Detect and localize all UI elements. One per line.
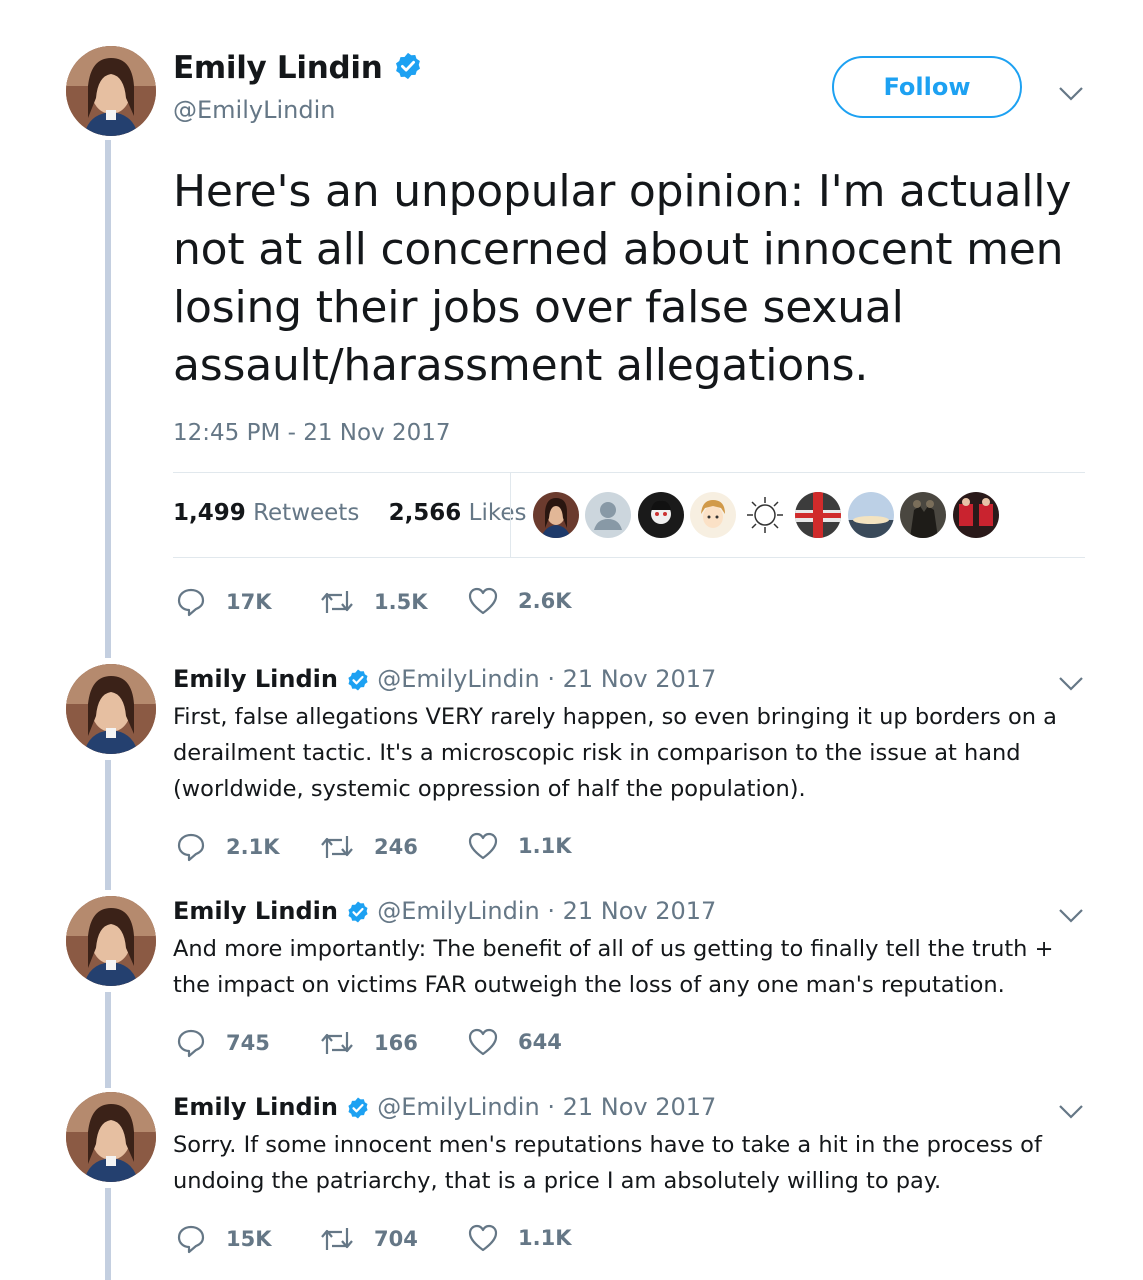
divider: [173, 472, 1085, 473]
retweet-button[interactable]: 1.5K: [320, 587, 427, 617]
reply-icon: [177, 1225, 205, 1254]
liker-avatar[interactable]: [848, 492, 894, 538]
retweet-button[interactable]: 704: [320, 1224, 418, 1254]
like-button[interactable]: 644: [468, 1028, 562, 1056]
retweets-stat[interactable]: 1,499 Retweets: [173, 500, 359, 526]
reply-count: 745: [226, 1031, 270, 1055]
reply-header: Emily Lindin @EmilyLindin · 21 Nov 2017: [173, 665, 716, 693]
reply-text: First, false allegations VERY rarely hap…: [173, 704, 1057, 802]
verified-badge-icon: [393, 51, 423, 89]
tweet-timestamp[interactable]: 12:45 PM - 21 Nov 2017: [173, 420, 451, 446]
divider: [173, 557, 1085, 558]
liker-avatar[interactable]: [742, 492, 788, 538]
stats-divider: [510, 473, 511, 557]
chevron-down-icon[interactable]: [1058, 86, 1084, 102]
author-name[interactable]: Emily Lindin: [173, 897, 338, 925]
reply-button[interactable]: 2.1K: [176, 832, 279, 862]
reply-header: Emily Lindin @EmilyLindin · 21 Nov 2017: [173, 1093, 716, 1121]
reply-count: 15K: [226, 1227, 272, 1251]
like-button[interactable]: 2.6K: [468, 587, 571, 615]
like-count: 2.6K: [518, 589, 572, 613]
follow-button[interactable]: Follow: [832, 56, 1022, 118]
liker-avatar[interactable]: [900, 492, 946, 538]
avatar[interactable]: [66, 896, 156, 986]
reply-date[interactable]: · 21 Nov 2017: [540, 665, 716, 693]
author-handle[interactable]: @EmilyLindin: [377, 665, 539, 693]
liker-avatar[interactable]: [638, 492, 684, 538]
reply-text: Sorry. If some innocent men's reputation…: [173, 1132, 1042, 1194]
liker-avatar[interactable]: [585, 492, 631, 538]
reply-count: 17K: [226, 590, 272, 614]
chevron-down-icon[interactable]: [1058, 1104, 1084, 1120]
thread-line-reply-3: [105, 1188, 111, 1280]
retweet-count: 246: [374, 835, 418, 859]
reply-header: Emily Lindin @EmilyLindin · 21 Nov 2017: [173, 897, 716, 925]
tweet-stats: 1,499 Retweets 2,566 Likes: [173, 500, 526, 526]
retweets-count: 1,499: [173, 500, 246, 526]
author-name[interactable]: Emily Lindin: [173, 1093, 338, 1121]
verified-badge-icon: [347, 901, 368, 923]
retweet-count: 166: [374, 1031, 418, 1055]
like-icon: [468, 1224, 498, 1252]
author-handle[interactable]: @EmilyLindin: [173, 96, 335, 124]
retweet-count: 704: [374, 1227, 418, 1251]
retweets-label: Retweets: [253, 500, 360, 526]
reply-button[interactable]: 745: [176, 1028, 270, 1058]
verified-badge-icon: [347, 1097, 368, 1119]
reply-count: 2.1K: [226, 835, 280, 859]
chevron-down-icon[interactable]: [1058, 908, 1084, 924]
retweet-icon: [321, 836, 353, 858]
avatar[interactable]: [66, 46, 156, 136]
like-icon: [468, 587, 498, 615]
thread-line-reply-2: [105, 992, 111, 1088]
reply-date[interactable]: · 21 Nov 2017: [540, 1093, 716, 1121]
retweet-icon: [321, 1228, 353, 1250]
likes-count: 2,566: [388, 500, 462, 526]
author-name[interactable]: Emily Lindin: [173, 50, 423, 89]
liker-avatar[interactable]: [533, 492, 579, 538]
retweet-count: 1.5K: [374, 590, 428, 614]
reply-date[interactable]: · 21 Nov 2017: [540, 897, 716, 925]
like-count: 644: [518, 1030, 562, 1054]
author-handle[interactable]: @EmilyLindin: [377, 897, 539, 925]
reply-button[interactable]: 15K: [176, 1224, 272, 1254]
retweet-button[interactable]: 246: [320, 832, 418, 862]
avatar[interactable]: [66, 1092, 156, 1182]
reply-icon: [177, 833, 205, 862]
like-count: 1.1K: [518, 1226, 572, 1250]
verified-badge-icon: [347, 669, 368, 691]
liker-avatar[interactable]: [953, 492, 999, 538]
liker-avatar[interactable]: [690, 492, 736, 538]
reply-text: And more importantly: The benefit of all…: [173, 936, 1054, 998]
thread-line-main: [105, 140, 111, 658]
reply-icon: [177, 588, 205, 617]
retweet-icon: [321, 1032, 353, 1054]
author-name-text[interactable]: Emily Lindin: [173, 50, 383, 86]
thread-line-reply-1: [105, 760, 111, 890]
reply-button[interactable]: 17K: [176, 587, 272, 617]
likes-stat[interactable]: 2,566 Likes: [389, 500, 527, 526]
like-button[interactable]: 1.1K: [468, 832, 571, 860]
liker-avatar[interactable]: [795, 492, 841, 538]
tweet-text: Here's an unpopular opinion: I'm actuall…: [173, 166, 1072, 391]
avatar[interactable]: [66, 664, 156, 754]
like-icon: [468, 1028, 498, 1056]
like-icon: [468, 832, 498, 860]
like-button[interactable]: 1.1K: [468, 1224, 571, 1252]
retweet-button[interactable]: 166: [320, 1028, 418, 1058]
like-count: 1.1K: [518, 834, 572, 858]
reply-icon: [177, 1029, 205, 1058]
chevron-down-icon[interactable]: [1058, 676, 1084, 692]
author-name[interactable]: Emily Lindin: [173, 665, 338, 693]
likes-label: Likes: [468, 500, 527, 526]
retweet-icon: [321, 591, 353, 613]
author-handle[interactable]: @EmilyLindin: [377, 1093, 539, 1121]
